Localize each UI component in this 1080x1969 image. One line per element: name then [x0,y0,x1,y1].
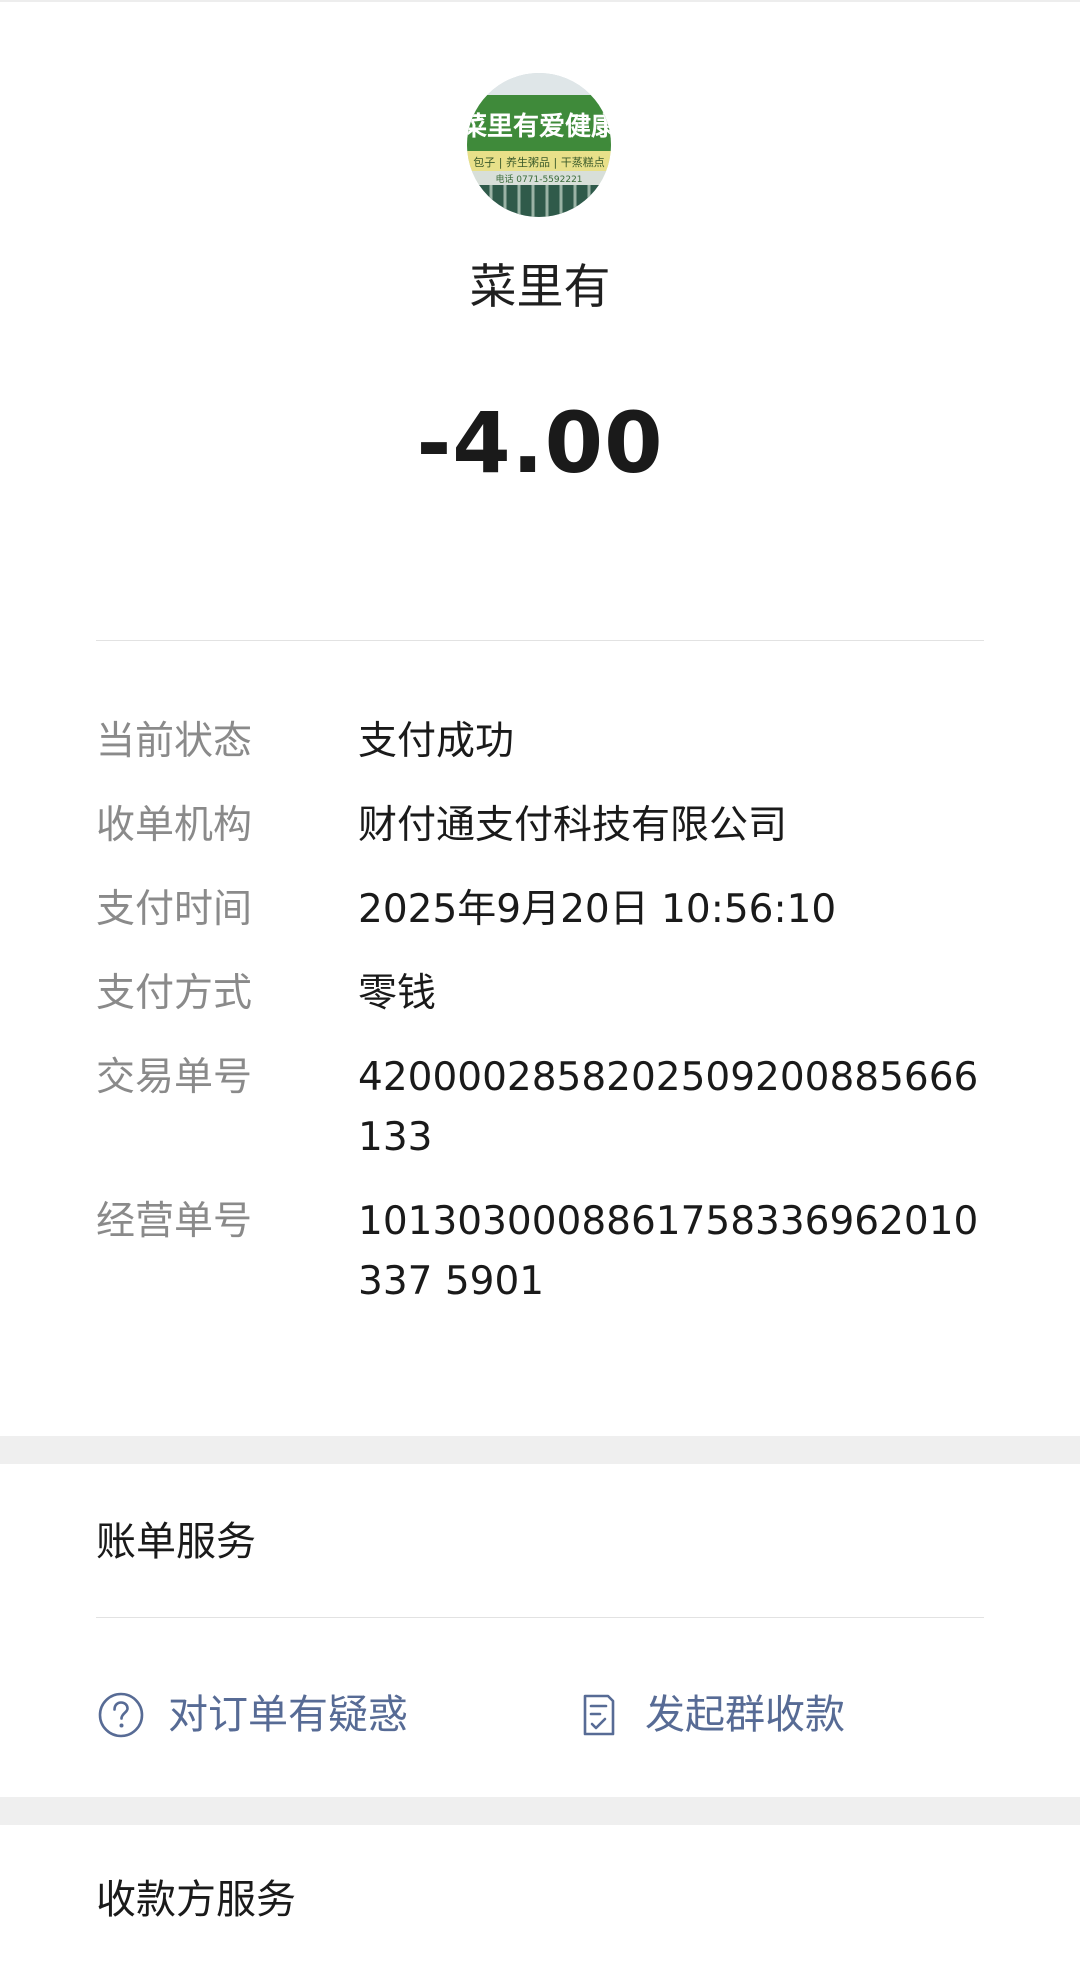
detail-label: 交易单号 [96,1055,253,1100]
order-question-label: 对订单有疑惑 [168,1692,408,1738]
avatar-phone-text: 电话 0771-5592221 [495,173,582,185]
order-question-button[interactable]: 对订单有疑惑 [96,1680,408,1750]
payment-details-list: 当前状态 支付成功 收单机构 财付通支付科技有限公司 支付时间 2025年9月2… [96,712,984,1336]
detail-value: 零钱 [358,971,437,1016]
detail-value[interactable]: 4200002858202509200885666133 [358,1048,984,1168]
avatar-sub-text: 包子 | 养生粥品 | 干蒸糕点 [473,155,604,169]
divider [96,1617,984,1618]
detail-row-status: 当前状态 支付成功 [96,712,984,772]
divider [96,640,984,641]
merchant-name: 菜里有 [469,260,611,315]
top-edge-divider [0,0,1080,2]
detail-value: 2025年9月20日 10:56:10 [358,887,837,932]
detail-label: 收单机构 [96,803,253,848]
merchant-avatar: 菜里有爱健康 包子 | 养生粥品 | 干蒸糕点 电话 0771-5592221 [467,73,611,217]
detail-row-pay-time: 支付时间 2025年9月20日 10:56:10 [96,880,984,940]
detail-row-pay-method: 支付方式 零钱 [96,964,984,1024]
merchant-avatar-image: 菜里有爱健康 包子 | 养生粥品 | 干蒸糕点 电话 0771-5592221 [467,73,611,217]
detail-label: 当前状态 [96,719,253,764]
detail-value: 财付通支付科技有限公司 [358,803,788,848]
group-collect-button[interactable]: 发起群收款 [573,1680,845,1750]
detail-row-transaction-id: 交易单号 4200002858202509200885666133 [96,1048,984,1168]
detail-row-acquirer: 收单机构 财付通支付科技有限公司 [96,796,984,856]
detail-label: 经营单号 [96,1199,253,1244]
payment-amount: -4.00 [416,394,664,492]
group-collect-label: 发起群收款 [645,1692,845,1738]
payee-service-title: 收款方服务 [96,1877,296,1923]
detail-label: 支付方式 [96,971,253,1016]
section-gap [0,1797,1080,1825]
receipt-check-icon [583,1694,615,1736]
question-circle-icon [98,1692,144,1738]
bill-detail-page: 菜里有爱健康 包子 | 养生粥品 | 干蒸糕点 电话 0771-5592221 … [0,0,1080,1969]
avatar-sign-text: 菜里有爱健康 [467,111,611,142]
detail-value: 支付成功 [358,719,515,764]
detail-label: 支付时间 [96,887,253,932]
detail-row-merchant-order-id: 经营单号 1013030008861758336962010337 5901 [96,1192,984,1312]
section-gap [0,1436,1080,1464]
bill-service-title: 账单服务 [96,1519,256,1565]
detail-value[interactable]: 1013030008861758336962010337 5901 [358,1192,984,1312]
